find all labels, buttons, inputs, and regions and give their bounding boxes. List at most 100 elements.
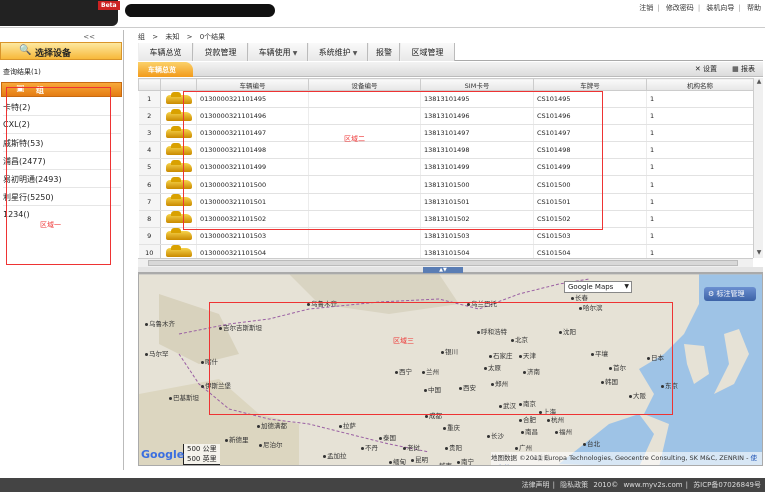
table-horizontal-scrollbar[interactable] — [138, 258, 753, 267]
col-header-icon — [160, 78, 197, 91]
map-city-label: 拉萨 — [339, 420, 356, 430]
map-city-label: 重庆 — [443, 422, 460, 432]
map-city-label: 贵阳 — [445, 442, 462, 452]
breadcrumb-item: 0个结果 — [199, 33, 226, 41]
change-password-link[interactable]: 修改密码 — [666, 4, 694, 12]
select-device-header: 🔍 选择设备 — [0, 42, 122, 60]
report-button[interactable]: ▦ 报表 — [732, 64, 755, 74]
privacy-link[interactable]: 隐私政策 — [560, 481, 588, 489]
chevron-down-icon: ▼ — [624, 283, 629, 290]
scroll-thumb[interactable] — [148, 260, 738, 266]
tab-alarm[interactable]: 报警 — [368, 43, 400, 61]
legal-link[interactable]: 法律声明 — [522, 481, 550, 489]
map-city-label: 乌鲁木齐 — [145, 318, 175, 328]
map-city-label: 合肥 — [519, 414, 536, 424]
region-three-box — [209, 302, 673, 415]
chevron-down-icon: ▼ — [292, 50, 298, 57]
map-attribution: 地图数据 ©2011 Europa Technologies, Geocentr… — [491, 452, 762, 465]
site-link[interactable]: www.myv2s.com — [623, 481, 682, 489]
map-city-label: 广州 — [515, 442, 532, 452]
redacted-title — [125, 4, 275, 17]
tab-loan-management[interactable]: 贷款管理 — [193, 43, 248, 61]
col-header-org[interactable]: 机构名称 — [646, 78, 753, 91]
row-index: 9 — [138, 227, 161, 245]
map-city-label: 巴基斯坦 — [169, 392, 199, 402]
collapse-toggle[interactable]: << — [83, 33, 95, 41]
search-icon: 🔍 — [19, 45, 32, 56]
breadcrumb-item[interactable]: 未知 — [165, 33, 179, 41]
map-city-label: 台北 — [583, 438, 600, 448]
excavator-icon — [165, 228, 192, 241]
sub-toolbar: 车辆总览 ✕ 设置 ▦ 报表 — [138, 62, 763, 77]
org-cell: 1 — [646, 175, 753, 194]
tab-area-management[interactable]: 区域管理 — [400, 43, 455, 61]
map-city-label: 杭州 — [547, 414, 564, 424]
row-index: 3 — [138, 124, 161, 143]
row-index: 10 — [138, 244, 161, 258]
row-index: 6 — [138, 175, 161, 194]
beta-badge: Beta — [98, 1, 120, 10]
map-city-label: 福州 — [555, 426, 572, 436]
table-header-row: 车辆编号 设备编号 SIM卡号 车牌号 机构名称 — [138, 78, 753, 91]
marker-management-button[interactable]: ⚙ 标注管理 — [704, 287, 756, 301]
app-header: Beta 注销 | 修改密码 | 装机向导 | 帮助 — [0, 0, 765, 28]
region-one-box — [6, 87, 111, 265]
breadcrumb-item[interactable]: 组 — [138, 33, 145, 41]
breadcrumb-separator: > — [152, 33, 159, 41]
tab-vehicle-overview[interactable]: 车辆总览 — [138, 43, 193, 61]
help-link[interactable]: 帮助 — [747, 4, 761, 12]
map-city-label: 南昌 — [521, 426, 538, 436]
google-logo: Google — [141, 448, 185, 461]
scroll-up-icon[interactable]: ▲ — [754, 78, 764, 87]
col-header-vehicle-id[interactable]: 车辆编号 — [196, 78, 309, 91]
map-city-label: 越南 — [435, 460, 452, 465]
app-logo: Beta — [0, 0, 120, 26]
sim-cell: 13813101504 — [420, 244, 534, 258]
org-cell: 1 — [646, 210, 753, 228]
page-footer: 法律声明 | 隐私政策 2010© www.myv2s.com | 苏ICP备070… — [0, 478, 765, 492]
logout-link[interactable]: 注销 — [639, 4, 653, 12]
region-three-label: 区域三 — [393, 337, 414, 345]
map-city-label: 南宁 — [457, 456, 474, 465]
gear-icon: ⚙ — [708, 290, 715, 298]
vehicle-id-cell: 0130000321101504 — [196, 244, 309, 258]
row-index: 4 — [138, 141, 161, 160]
select-device-title: 选择设备 — [35, 49, 72, 59]
subtab-vehicle-overview[interactable]: 车辆总览 — [138, 62, 193, 77]
main-tabs: 车辆总览 贷款管理 车辆使用 ▼ 系统维护 ▼ 报警 区域管理 — [138, 43, 763, 61]
map-city-label: 加德满都 — [257, 420, 287, 430]
row-index: 2 — [138, 107, 161, 126]
map-city-label: 新德里 — [225, 434, 249, 444]
org-cell: 1 — [646, 124, 753, 143]
map-city-label: 尼泊尔 — [259, 439, 283, 449]
map-city-label: 昆明 — [411, 454, 428, 464]
copyright: 2010© — [593, 481, 619, 489]
table-row[interactable]: 10 0130000321101504 13813101504 CS101504 1 — [138, 244, 753, 258]
query-result[interactable]: 查询结果(1) — [3, 67, 41, 77]
map-city-label: 泰国 — [379, 432, 396, 442]
report-icon: ▦ — [732, 65, 739, 73]
top-links: 注销 | 修改密码 | 装机向导 | 帮助 — [639, 4, 761, 12]
breadcrumb: 组 > 未知 > 0个结果 — [138, 32, 230, 42]
scroll-down-icon[interactable]: ▼ — [754, 249, 764, 258]
org-cell: 1 — [646, 90, 753, 109]
table-vertical-scrollbar[interactable]: ▲ ▼ — [753, 78, 763, 258]
org-cell: 1 — [646, 141, 753, 160]
install-wizard-link[interactable]: 装机向导 — [706, 4, 734, 12]
row-index: 8 — [138, 210, 161, 228]
map-pan-zoom-control[interactable] — [147, 284, 153, 374]
row-index: 7 — [138, 193, 161, 211]
map-city-label: 缅甸 — [389, 456, 406, 465]
col-header-device-id[interactable]: 设备编号 — [308, 78, 421, 91]
col-header-sim[interactable]: SIM卡号 — [420, 78, 534, 91]
breadcrumb-separator: > — [186, 33, 193, 41]
plate-cell: CS101504 — [533, 244, 647, 258]
row-index: 1 — [138, 90, 161, 109]
tab-vehicle-usage[interactable]: 车辆使用 ▼ — [248, 43, 308, 61]
tab-system-maintenance[interactable]: 系统维护 ▼ — [308, 43, 368, 61]
col-header-plate[interactable]: 车牌号 — [533, 78, 647, 91]
region-two-box — [183, 91, 603, 230]
left-panel: << 🔍 选择设备 查询结果(1) ▣ 组 卡特(2) CXL(2) 威斯特(5… — [0, 30, 124, 470]
map-view[interactable]: Google Maps ▼ ⚙ 标注管理 乌鲁木齐 乌鲁木齐 吉尔吉斯斯坦 马尔罕… — [138, 273, 763, 466]
settings-button[interactable]: ✕ 设置 — [695, 64, 717, 74]
